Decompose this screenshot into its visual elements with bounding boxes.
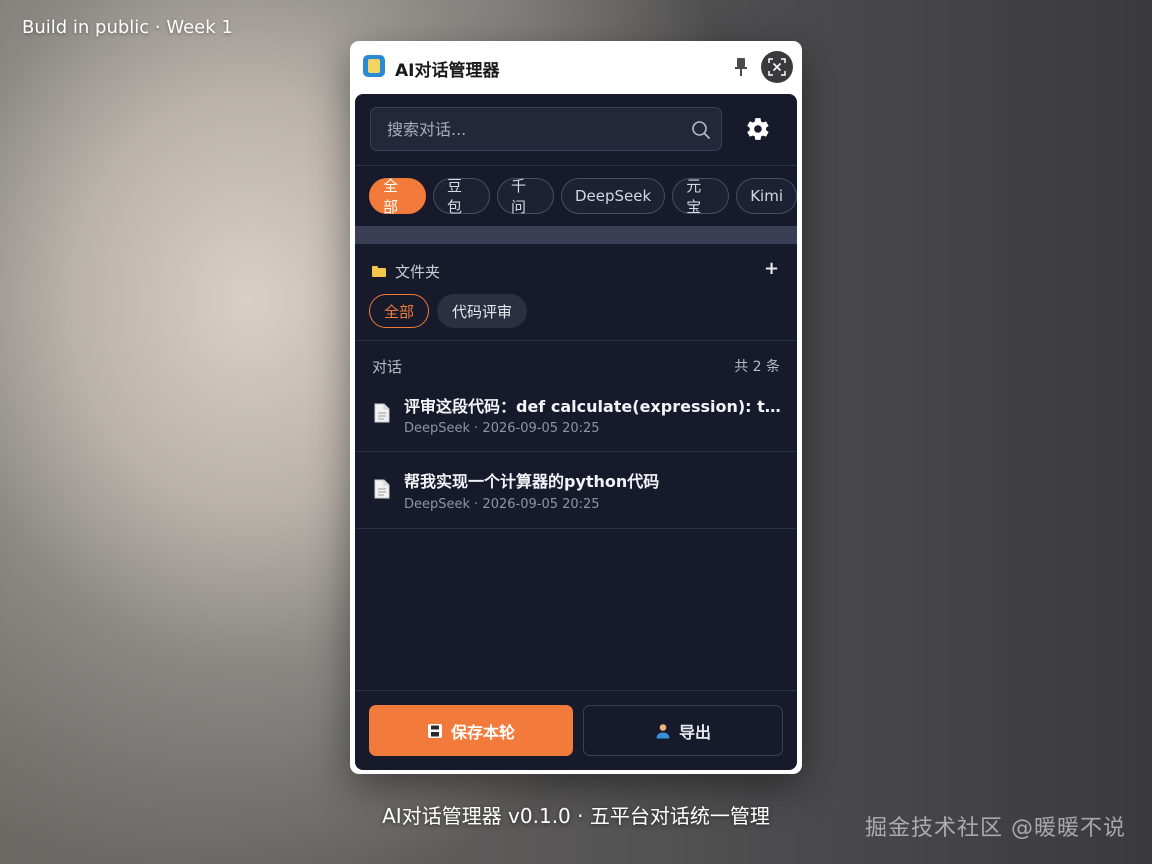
window-title: AI对话管理器 bbox=[395, 61, 500, 81]
conversation-item[interactable]: 帮我实现一个计算器的python代码 DeepSeek · 2026-09-05… bbox=[355, 452, 797, 528]
user-icon bbox=[656, 723, 670, 738]
tab-deepseek[interactable]: DeepSeek bbox=[561, 178, 666, 214]
conversation-meta: DeepSeek · 2026-09-05 20:25 bbox=[404, 421, 600, 436]
platform-tabs: 全部 豆包 千问 DeepSeek 元宝 Kimi bbox=[369, 177, 797, 216]
search-box bbox=[370, 107, 722, 151]
tab-doubao[interactable]: 豆包 bbox=[433, 177, 490, 216]
conversation-count: 共 2 条 bbox=[734, 359, 780, 375]
divider bbox=[355, 165, 797, 166]
divider bbox=[355, 528, 797, 529]
gear-icon[interactable] bbox=[745, 116, 771, 142]
search-input[interactable] bbox=[371, 108, 681, 150]
folder-chip-all[interactable]: 全部 bbox=[369, 294, 430, 328]
app-window: AI对话管理器 全部 豆包 千问 DeepSeek bbox=[350, 41, 802, 774]
conversation-meta: DeepSeek · 2026-09-05 20:25 bbox=[404, 497, 600, 512]
conversation-title: 评审这段代码：def calculate(expression): try: .… bbox=[404, 397, 784, 416]
close-window-button[interactable] bbox=[761, 51, 793, 83]
folder-chip-code-review[interactable]: 代码评审 bbox=[437, 294, 528, 328]
conversation-title: 帮我实现一个计算器的python代码 bbox=[404, 472, 660, 491]
conversation-item[interactable]: 评审这段代码：def calculate(expression): try: .… bbox=[355, 376, 797, 452]
watermark: 掘金技术社区 @暖暖不说 bbox=[865, 816, 1126, 841]
folder-section-header: 文件夹 bbox=[372, 261, 440, 282]
conversation-section-title: 对话 bbox=[372, 358, 403, 376]
close-window-icon bbox=[768, 58, 786, 76]
tab-kimi[interactable]: Kimi bbox=[736, 178, 797, 214]
tab-qianwen[interactable]: 千问 bbox=[497, 177, 554, 216]
search-icon[interactable] bbox=[691, 120, 711, 140]
divider bbox=[355, 340, 797, 341]
save-icon bbox=[427, 723, 442, 738]
app-logo-icon bbox=[363, 55, 385, 77]
tab-all[interactable]: 全部 bbox=[369, 177, 426, 216]
divider bbox=[355, 690, 797, 691]
folder-icon bbox=[372, 266, 386, 277]
export-button[interactable]: 导出 bbox=[583, 705, 783, 756]
title-bar: AI对话管理器 bbox=[350, 41, 802, 94]
folder-section-title: 文件夹 bbox=[395, 263, 441, 281]
folder-chips: 全部 代码评审 bbox=[369, 294, 528, 328]
save-round-label: 保存本轮 bbox=[450, 722, 515, 742]
pin-icon[interactable] bbox=[734, 58, 748, 78]
top-caption: Build in public · Week 1 bbox=[22, 17, 233, 38]
export-label: 导出 bbox=[678, 722, 711, 742]
tab-yuanbao[interactable]: 元宝 bbox=[672, 177, 730, 216]
document-icon bbox=[374, 479, 390, 499]
add-folder-button[interactable]: + bbox=[764, 258, 779, 279]
document-icon bbox=[374, 403, 390, 423]
save-round-button[interactable]: 保存本轮 bbox=[369, 705, 573, 756]
tabs-scroll-track[interactable] bbox=[355, 226, 797, 244]
main-panel: 全部 豆包 千问 DeepSeek 元宝 Kimi 文件夹 + 全部 代码评审 … bbox=[355, 94, 797, 770]
